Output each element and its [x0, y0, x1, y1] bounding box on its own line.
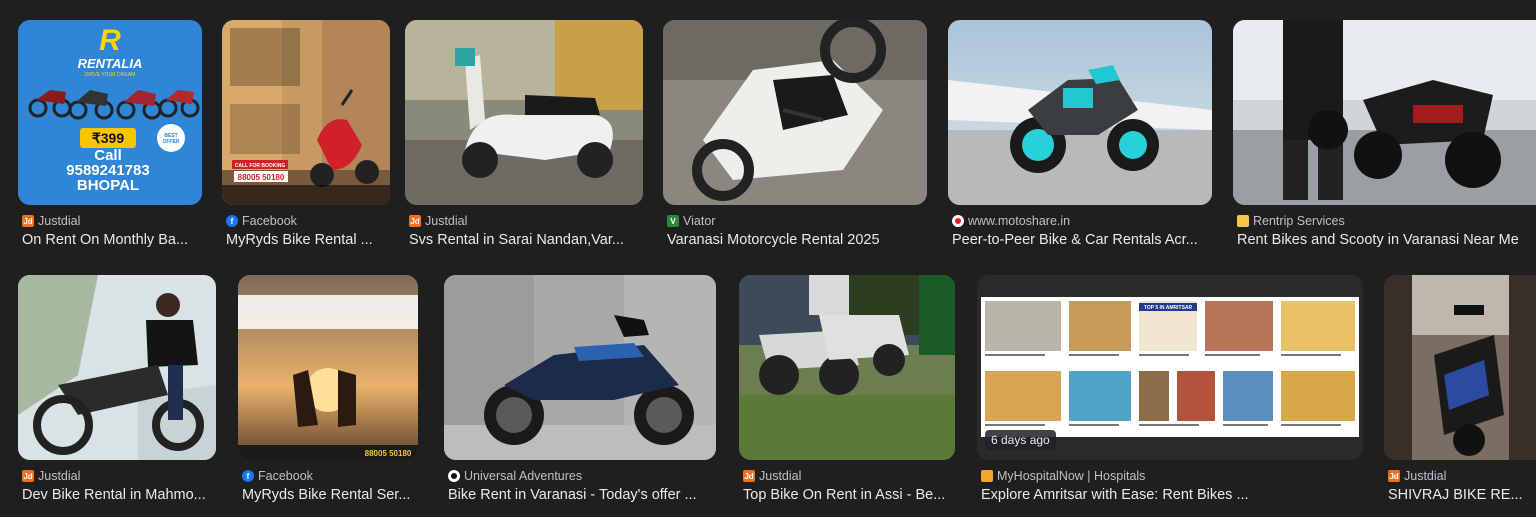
facebook-icon: f — [226, 215, 238, 227]
justdial-icon: Jd — [1388, 470, 1400, 482]
rentrip-icon — [1237, 215, 1249, 227]
result-source: Rentrip Services — [1237, 214, 1345, 228]
source-name: Justdial — [1404, 469, 1447, 483]
result-source: V Viator — [667, 214, 715, 228]
result-source: f Facebook — [226, 214, 297, 228]
svg-text:OFFER: OFFER — [163, 139, 180, 145]
source-name: Facebook — [242, 214, 297, 228]
age-badge: 6 days ago — [985, 430, 1056, 450]
result-title[interactable]: Top Bike On Rent in Assi - Be... — [743, 487, 957, 503]
source-name: Justdial — [425, 214, 468, 228]
result-title[interactable]: Dev Bike Rental in Mahmo... — [22, 487, 218, 503]
justdial-icon: Jd — [22, 215, 34, 227]
scooters-photo — [739, 275, 955, 460]
rentalia-ad-image: R RENTALIA DRIVE YOUR DREAM ₹399 BEST OF… — [18, 20, 202, 205]
collage-heading-text: TOP 5 IN AMRITSAR — [1144, 305, 1193, 311]
result-thumbnail[interactable]: 88005 50180 — [238, 275, 418, 460]
result-title[interactable]: SHIVRAJ BIKE RE... — [1388, 487, 1534, 503]
result-title[interactable]: MyRyds Bike Rental ... — [226, 232, 390, 248]
result-thumbnail[interactable] — [739, 275, 955, 460]
result-source: MyHospitalNow | Hospitals — [981, 469, 1145, 483]
scooter-photo — [1384, 275, 1536, 460]
source-name: Universal Adventures — [464, 469, 583, 483]
result-source: Jd Justdial — [743, 469, 801, 483]
myryds-ad-image: CALL FOR BOOKING 88005 50180 — [222, 20, 390, 205]
result-thumbnail[interactable] — [18, 275, 216, 460]
result-title[interactable]: MyRyds Bike Rental Ser... — [242, 487, 420, 503]
facebook-icon: f — [242, 470, 254, 482]
result-thumbnail[interactable]: R RENTALIA DRIVE YOUR DREAM ₹399 BEST OF… — [18, 20, 202, 205]
motorcycle-photo — [444, 275, 716, 460]
result-source: Jd Justdial — [22, 214, 80, 228]
result-title[interactable]: Varanasi Motorcycle Rental 2025 — [667, 232, 929, 248]
ad-phone-text: 88005 50180 — [365, 449, 412, 458]
source-name: Viator — [683, 214, 716, 228]
justdial-icon: Jd — [743, 470, 755, 482]
result-source: www.motoshare.in — [952, 214, 1070, 228]
svg-text:R: R — [99, 24, 121, 57]
result-source: Universal Adventures — [448, 469, 582, 483]
source-name: Rentrip Services — [1253, 214, 1345, 228]
motorcycle-photo — [948, 20, 1212, 205]
ad-city-text: BHOPAL — [77, 177, 139, 194]
ad-cta-text: CALL FOR BOOKING — [235, 163, 286, 169]
result-thumbnail[interactable]: TOP 5 IN AMRITSAR 6 days ago — [977, 275, 1363, 460]
source-name: Justdial — [759, 469, 802, 483]
rider-photo — [18, 275, 216, 460]
motoshare-icon — [952, 215, 964, 227]
result-thumbnail[interactable] — [948, 20, 1212, 205]
result-source: Jd Justdial — [409, 214, 467, 228]
universal-adventures-icon — [448, 470, 460, 482]
result-source: Jd Justdial — [1388, 469, 1446, 483]
result-source: Jd Justdial — [22, 469, 80, 483]
ad-tagline-text: DRIVE YOUR DREAM — [85, 72, 135, 78]
justdial-icon: Jd — [409, 215, 421, 227]
result-title[interactable]: Svs Rental in Sarai Nandan,Var... — [409, 232, 643, 248]
motorcycle-photo — [663, 20, 927, 205]
result-title[interactable]: Rent Bikes and Scooty in Varanasi Near M… — [1237, 232, 1533, 248]
rider-photo — [1233, 20, 1536, 205]
viator-icon: V — [667, 215, 679, 227]
result-title[interactable]: On Rent On Monthly Ba... — [22, 232, 206, 248]
result-thumbnail[interactable] — [1384, 275, 1536, 460]
source-name: www.motoshare.in — [968, 214, 1071, 228]
myryds-ad-image: 88005 50180 — [238, 275, 418, 460]
myhospitalnow-icon — [981, 470, 993, 482]
result-thumbnail[interactable] — [663, 20, 927, 205]
result-thumbnail[interactable] — [405, 20, 643, 205]
result-thumbnail[interactable]: CALL FOR BOOKING 88005 50180 — [222, 20, 390, 205]
result-thumbnail[interactable] — [1233, 20, 1536, 205]
result-title[interactable]: Bike Rent in Varanasi - Today's offer ..… — [448, 487, 716, 503]
result-title[interactable]: Explore Amritsar with Ease: Rent Bikes .… — [981, 487, 1365, 503]
result-title[interactable]: Peer-to-Peer Bike & Car Rentals Acr... — [952, 232, 1214, 248]
result-source: f Facebook — [242, 469, 313, 483]
ad-price-text: ₹399 — [92, 130, 124, 146]
scooter-photo — [405, 20, 643, 205]
source-name: Justdial — [38, 214, 81, 228]
ad-phone-text: 88005 50180 — [238, 173, 285, 182]
source-name: Justdial — [38, 469, 81, 483]
source-name: Facebook — [258, 469, 313, 483]
result-thumbnail[interactable] — [444, 275, 716, 460]
source-name: MyHospitalNow | Hospitals — [997, 469, 1146, 483]
justdial-icon: Jd — [22, 470, 34, 482]
ad-brand-text: RENTALIA — [78, 56, 143, 71]
